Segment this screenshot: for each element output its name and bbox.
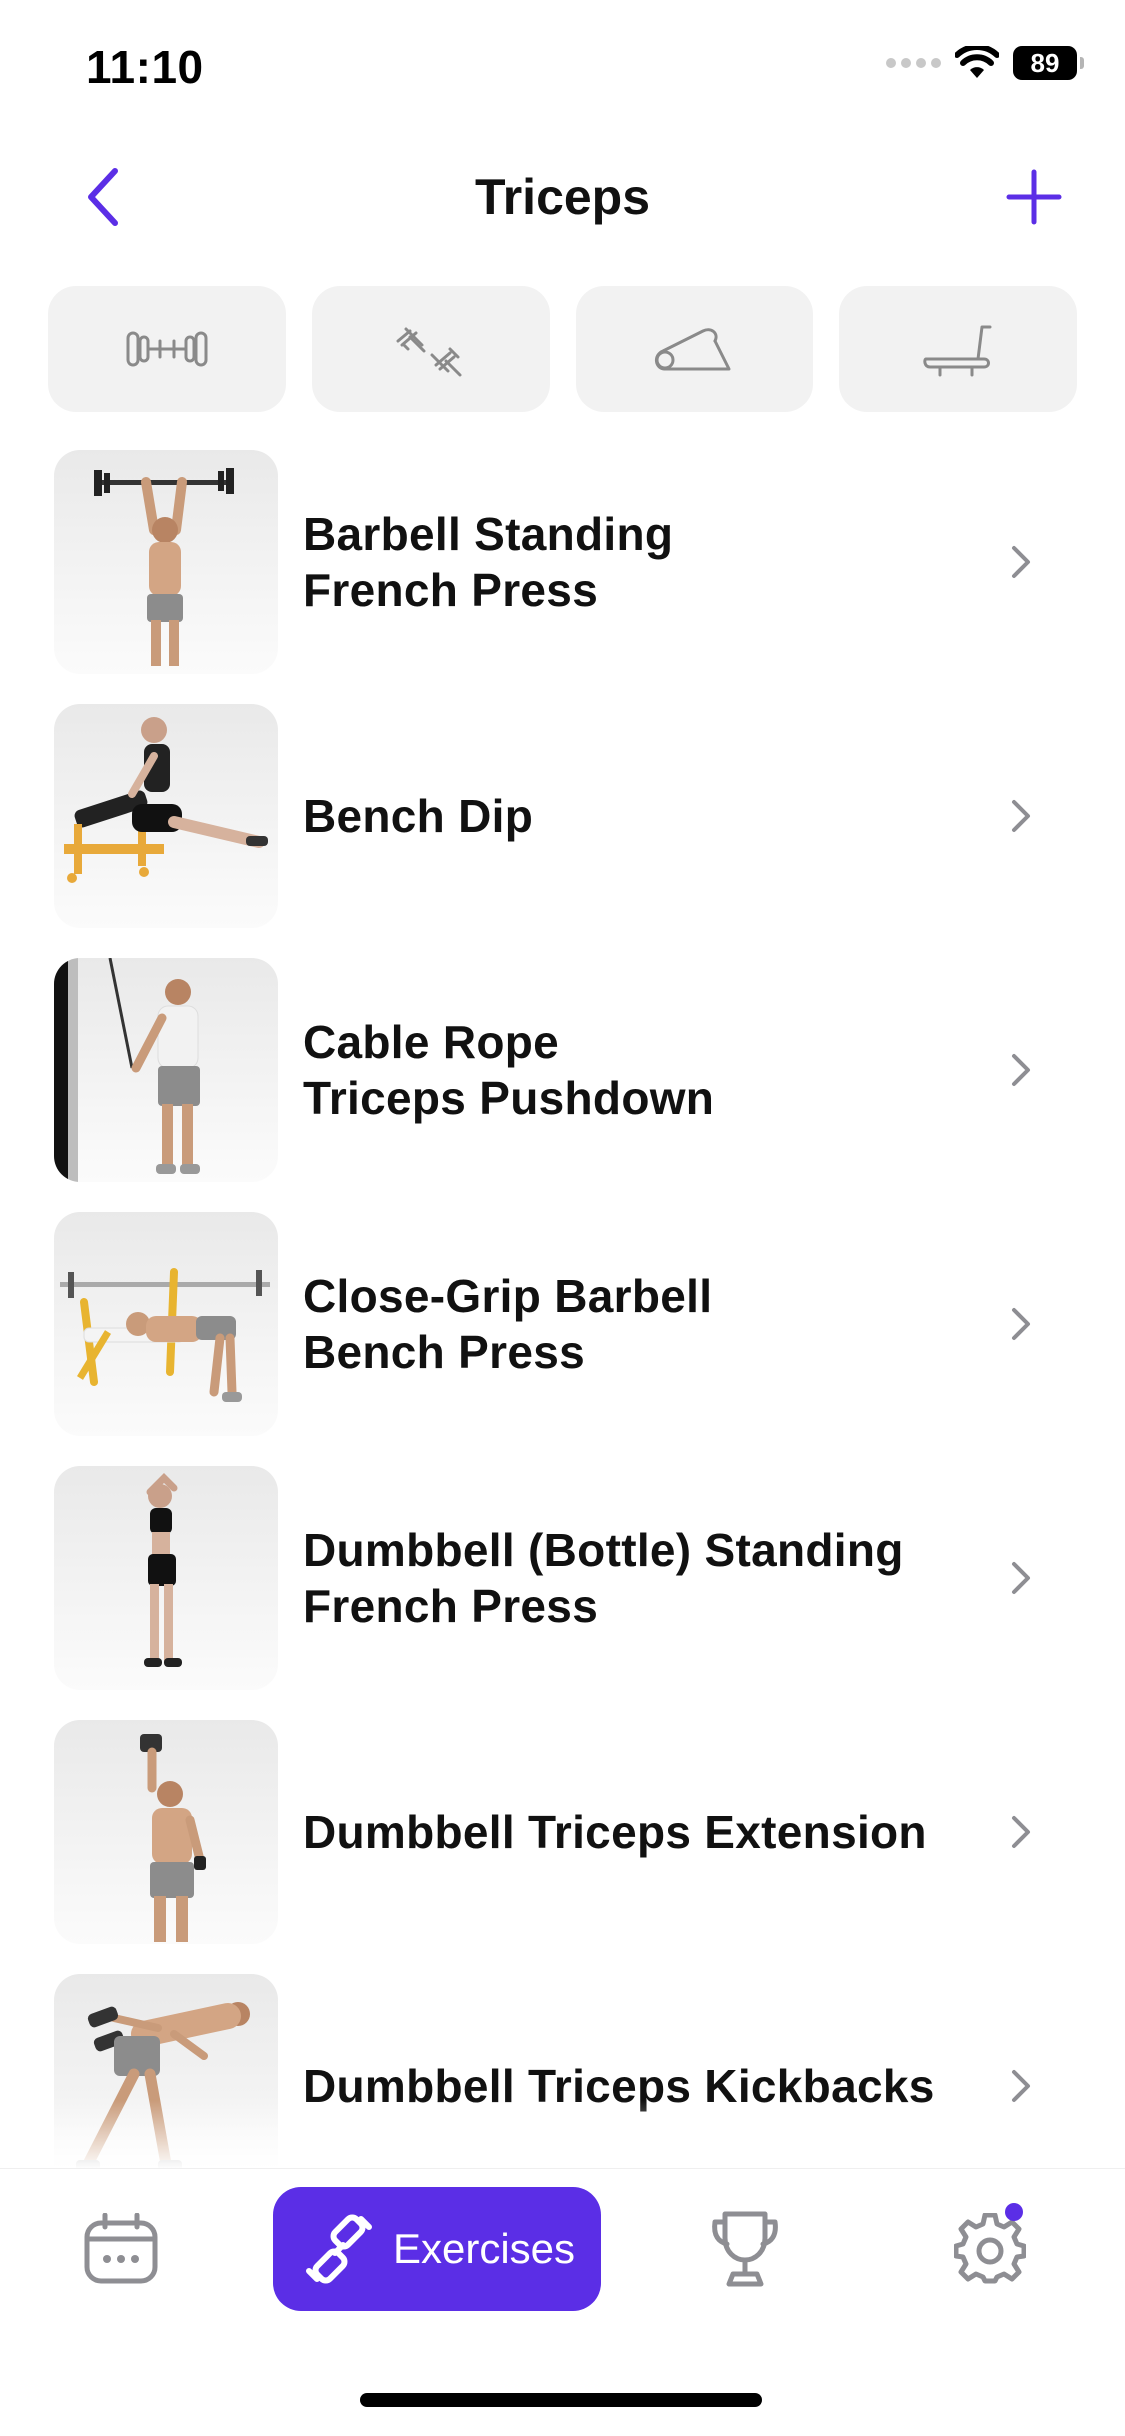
exercise-thumbnail	[54, 704, 278, 928]
exercise-name: Cable Rope Triceps Pushdown	[303, 1016, 715, 1124]
trophy-icon	[712, 2211, 778, 2287]
wifi-icon	[955, 46, 999, 78]
exercise-list: Barbell Standing French Press Bench Dip	[0, 448, 1125, 2168]
plus-icon	[1006, 169, 1062, 225]
calendar-icon	[84, 2213, 158, 2284]
nav-bar: Triceps	[0, 150, 1125, 250]
chevron-right-icon	[1001, 792, 1041, 840]
exercise-name: Dumbbell Triceps Extension	[303, 1806, 927, 1858]
chevron-right-icon	[1001, 538, 1041, 586]
dumbbell-icon	[305, 2214, 372, 2284]
exercise-name: Barbell Standing French Press	[303, 508, 674, 616]
add-exercise-button[interactable]	[999, 162, 1069, 232]
home-indicator	[360, 2393, 762, 2407]
list-item[interactable]: Barbell Standing French Press	[0, 448, 1125, 702]
athlete-image	[140, 1734, 206, 1942]
tab-achievements[interactable]	[690, 2187, 800, 2311]
page-title: Triceps	[474, 169, 651, 225]
exercise-name: Bench Dip	[303, 790, 534, 842]
list-fade	[0, 2100, 1125, 2170]
chevron-right-icon	[1001, 1554, 1041, 1602]
equipment-filters	[48, 286, 1077, 412]
athlete-image	[54, 958, 200, 1182]
filter-machine[interactable]	[839, 286, 1077, 412]
status-bar: 11:10 89	[0, 0, 1125, 130]
status-time: 11:10	[86, 41, 204, 93]
chevron-right-icon	[1001, 1808, 1041, 1856]
tab-exercises-label: Exercises	[392, 2225, 576, 2272]
exercise-thumbnail	[54, 958, 278, 1182]
exercise-name: Dumbbell (Bottle) Standing French Press	[303, 1524, 904, 1632]
chevron-right-icon	[1001, 1300, 1041, 1348]
athlete-image	[60, 1268, 270, 1402]
exercise-thumbnail	[54, 450, 278, 674]
filter-barbell[interactable]	[48, 286, 286, 412]
exercise-name: Close-Grip Barbell Bench Press	[303, 1270, 713, 1378]
exercise-thumbnail	[54, 1212, 278, 1436]
chevron-right-icon	[1001, 1046, 1041, 1094]
tab-calendar[interactable]	[66, 2187, 176, 2311]
list-item[interactable]: Close-Grip Barbell Bench Press	[0, 1210, 1125, 1464]
treadmill-icon	[923, 325, 992, 377]
cellular-signal-icon	[886, 58, 941, 68]
list-item[interactable]: Dumbbell Triceps Extension	[0, 1718, 1125, 1972]
exercise-thumbnail	[54, 1720, 278, 1944]
athlete-image	[144, 1473, 182, 1667]
battery-icon: 89	[1013, 46, 1084, 80]
list-item[interactable]: Dumbbell (Bottle) Standing French Press	[0, 1464, 1125, 1718]
exercise-thumbnail	[54, 1466, 278, 1690]
barbell-icon	[126, 331, 208, 367]
tab-exercises[interactable]: Exercises	[273, 2187, 601, 2311]
filter-dumbbell[interactable]	[311, 286, 550, 412]
dumbbell-icon	[396, 327, 462, 377]
tab-settings[interactable]	[935, 2187, 1045, 2311]
tab-bar: Exercises	[0, 2168, 1125, 2436]
gear-icon	[954, 2213, 1026, 2284]
athlete-image	[64, 717, 268, 883]
status-indicators: 89	[886, 46, 1084, 80]
athlete-image	[94, 468, 234, 666]
battery-level: 89	[1030, 47, 1060, 78]
filter-mat[interactable]	[575, 286, 814, 412]
list-item[interactable]: Bench Dip	[0, 702, 1125, 956]
list-item[interactable]: Cable Rope Triceps Pushdown	[0, 956, 1125, 1210]
notification-dot	[1005, 2203, 1023, 2221]
mat-icon	[655, 328, 731, 371]
